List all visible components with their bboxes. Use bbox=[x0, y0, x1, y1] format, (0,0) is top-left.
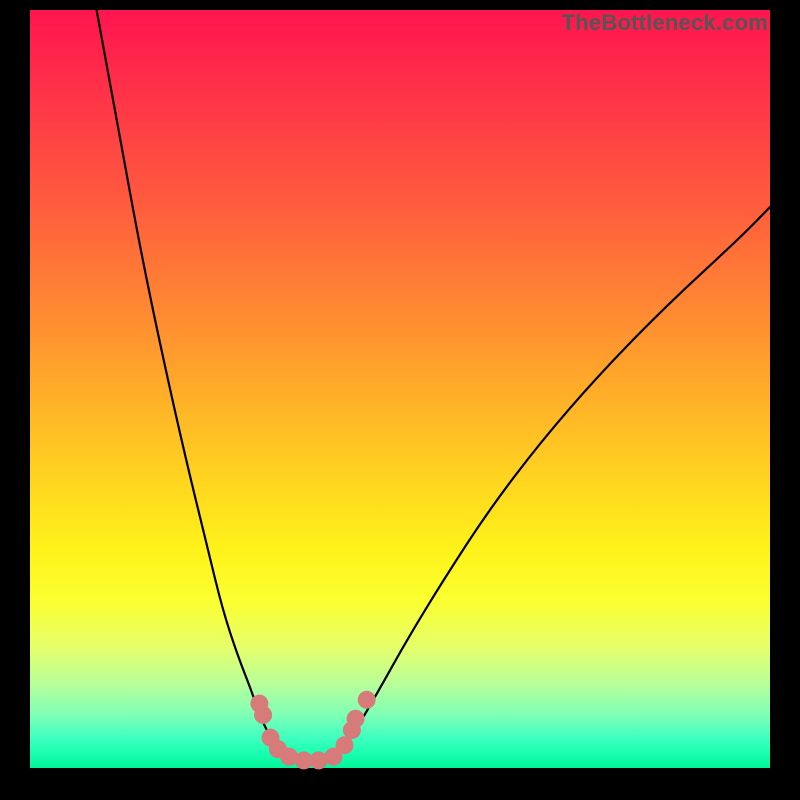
attribution-watermark: TheBottleneck.com bbox=[562, 10, 768, 36]
marker-group bbox=[250, 691, 375, 770]
curve-left bbox=[97, 10, 282, 753]
curve-right bbox=[341, 207, 770, 753]
data-marker bbox=[347, 710, 365, 728]
data-marker bbox=[254, 706, 272, 724]
chart-svg bbox=[0, 0, 800, 800]
curve-group bbox=[97, 10, 770, 760]
data-marker bbox=[358, 691, 376, 709]
